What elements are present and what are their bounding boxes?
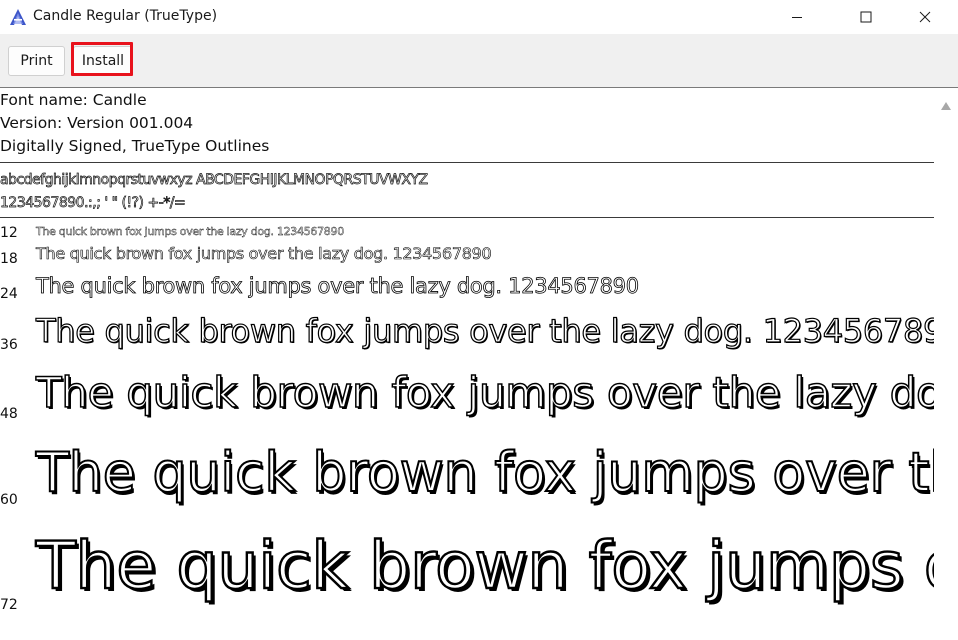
scroll-up-arrow-icon[interactable] [941,95,951,114]
minimize-button[interactable] [774,0,820,34]
size-label: 60 [0,492,18,508]
size-label: 48 [0,406,18,422]
sample-line: The quick brown fox jumps over the lazy … [36,244,492,264]
sample-line: The quick brown fox jumps over the lazy … [35,528,934,605]
size-label: 12 [0,225,18,241]
sample-line: The quick brown fox jumps over the lazy … [35,367,934,418]
close-icon [919,11,931,23]
vertical-scrollbar[interactable] [934,88,958,640]
divider [0,162,934,163]
sample-line: The quick brown fox jumps over the lazy … [35,440,934,505]
print-button[interactable]: Print [8,46,65,76]
charset-digits: 1234567890.:,; ' " (!?) +-*/= [0,195,186,212]
sample-line: The quick brown fox jumps over the lazy … [36,274,640,299]
install-button[interactable]: Install [73,46,133,76]
font-preview-pane: Font name: Candle Version: Version 001.0… [0,88,934,640]
sample-line: The quick brown fox jumps over the lazy … [35,311,934,350]
toolbar: Print Install [0,34,958,88]
charset-letters: abcdefghijklmnopqrstuvwxyz ABCDEFGHIJKLM… [0,172,428,189]
signature-text: Digitally Signed, TrueType Outlines [0,137,270,155]
size-label: 24 [0,286,18,302]
close-button[interactable] [902,0,948,34]
size-label: 36 [0,337,18,353]
maximize-button[interactable] [843,0,889,34]
sample-line: The quick brown fox jumps over the lazy … [36,225,345,238]
title-bar[interactable]: Candle Regular (TrueType) [0,0,958,34]
window-title: Candle Regular (TrueType) [33,8,218,24]
font-viewer-icon [9,8,27,26]
size-label: 18 [0,251,18,267]
version-text: Version: Version 001.004 [0,114,194,132]
font-name-text: Font name: Candle [0,91,147,109]
maximize-icon [860,11,872,23]
minimize-icon [791,11,803,23]
divider [0,217,934,218]
size-label: 72 [0,597,18,613]
